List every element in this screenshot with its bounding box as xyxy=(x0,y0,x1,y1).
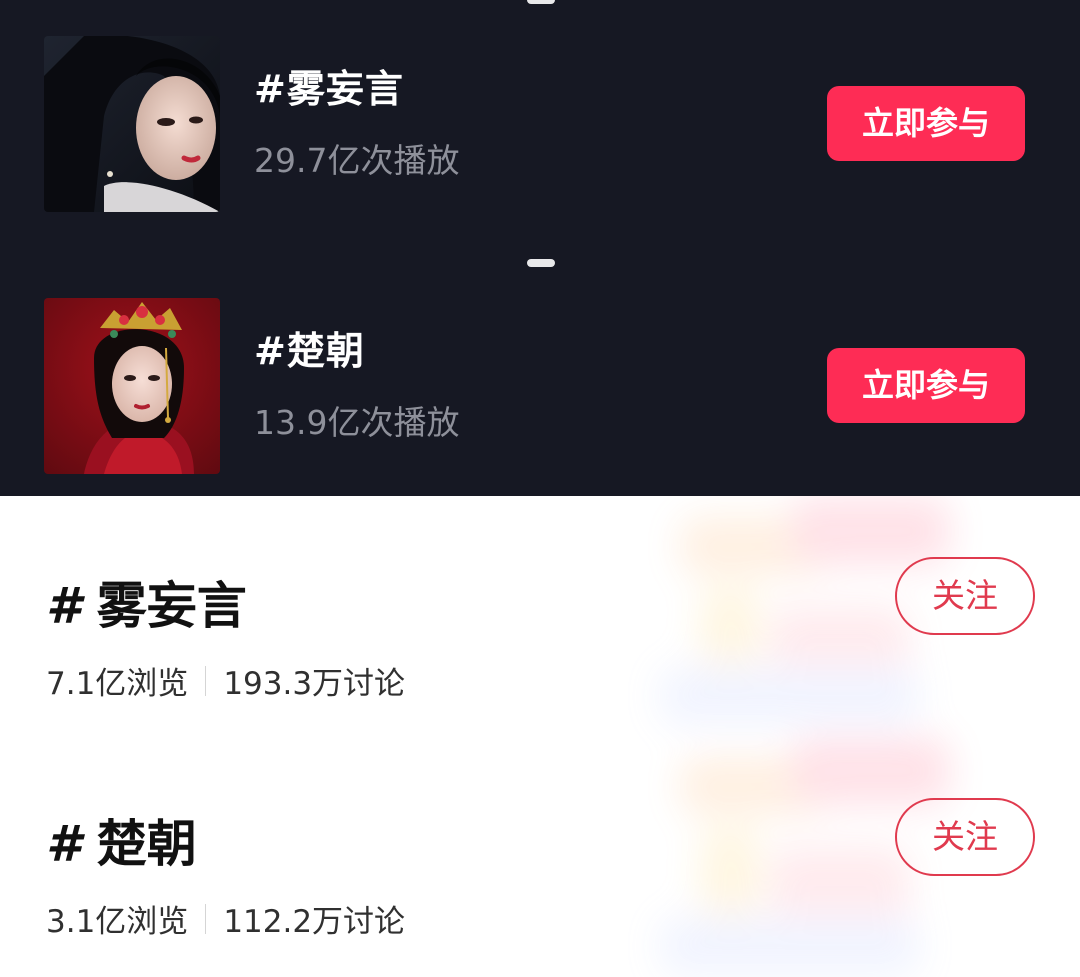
topic-follow-row[interactable]: # 雾妄言 7.1亿浏览 193.3万讨论 关注 xyxy=(0,557,1080,716)
hash-icon: # xyxy=(46,577,81,635)
play-count: 13.9亿次播放 xyxy=(254,403,460,442)
topic-thumbnail[interactable] xyxy=(44,36,220,212)
topic-stats: 7.1亿浏览 193.3万讨论 xyxy=(46,658,405,703)
topic-follow-row[interactable]: # 楚朝 3.1亿浏览 112.2万讨论 关注 xyxy=(0,798,1080,954)
topic-stats: 3.1亿浏览 112.2万讨论 xyxy=(46,896,405,941)
join-button[interactable]: 立即参与 xyxy=(827,86,1025,161)
topic-name[interactable]: # 楚朝 xyxy=(46,804,197,876)
stats-divider xyxy=(205,665,207,696)
topic-row[interactable]: #楚朝 13.9亿次播放 立即参与 xyxy=(0,298,1080,474)
topic-participate-panel: #雾妄言 29.7亿次播放 立即参与 #楚朝 13.9亿次播放 立即参与 xyxy=(0,0,1080,496)
drag-handle[interactable] xyxy=(527,0,555,4)
topic-title[interactable]: #楚朝 xyxy=(254,320,365,375)
portrait-image xyxy=(44,36,220,212)
view-count: 3.1亿浏览 xyxy=(46,904,189,940)
stats-divider xyxy=(205,903,207,934)
topic-follow-panel: # 雾妄言 7.1亿浏览 193.3万讨论 关注 # 楚朝 3.1亿浏览 112.2… xyxy=(0,496,1080,977)
topic-title[interactable]: #雾妄言 xyxy=(254,58,404,113)
topic-name-text: 楚朝 xyxy=(96,815,197,873)
discussion-count: 193.3万讨论 xyxy=(223,666,406,702)
view-count: 7.1亿浏览 xyxy=(46,666,189,702)
play-count: 29.7亿次播放 xyxy=(254,141,460,180)
topic-name-text: 雾妄言 xyxy=(96,577,247,635)
drag-handle[interactable] xyxy=(527,259,555,267)
follow-button[interactable]: 关注 xyxy=(895,798,1035,876)
topic-name[interactable]: # 雾妄言 xyxy=(46,566,247,638)
hash-icon: # xyxy=(46,815,81,873)
discussion-count: 112.2万讨论 xyxy=(223,904,406,940)
follow-button[interactable]: 关注 xyxy=(895,557,1035,635)
topic-thumbnail[interactable] xyxy=(44,298,220,474)
topic-row[interactable]: #雾妄言 29.7亿次播放 立即参与 xyxy=(0,36,1080,212)
portrait-image xyxy=(44,298,220,474)
join-button[interactable]: 立即参与 xyxy=(827,348,1025,423)
